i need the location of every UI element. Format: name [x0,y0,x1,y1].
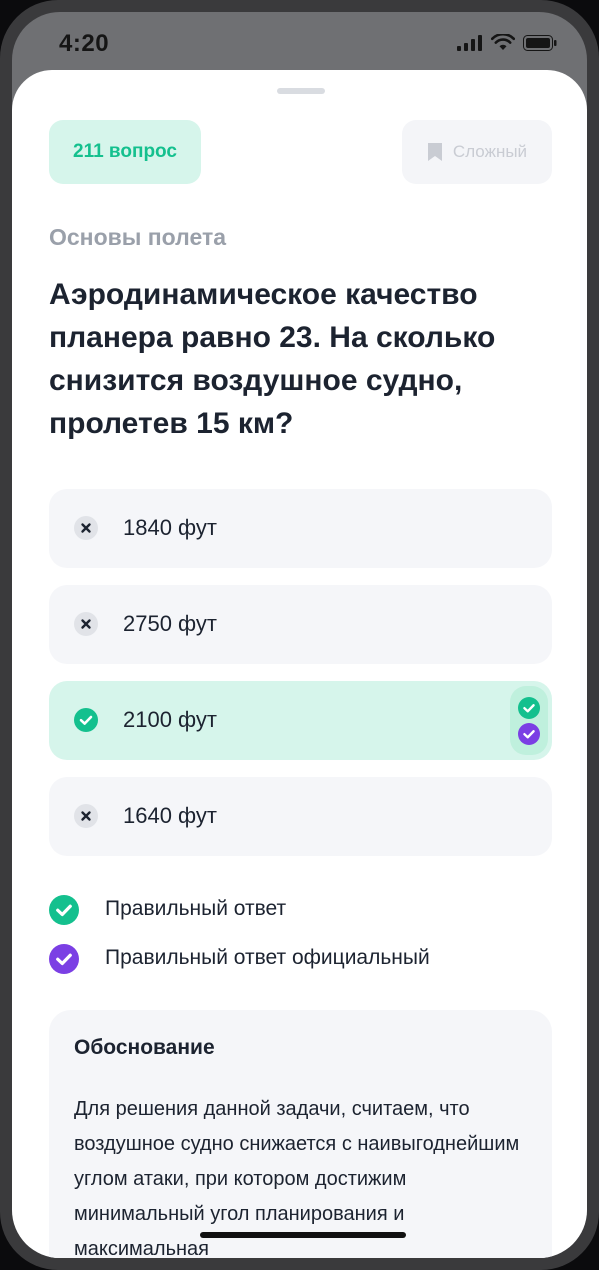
wrong-icon [74,804,98,828]
answer-list: 1840 фут 2750 фут 2100 фут 1640 фут [49,489,552,873]
device-frame: 4:20 211 вопрос Сложный Основы полета Аэ… [0,0,599,1270]
mark-hard-button[interactable]: Сложный [402,120,552,184]
answer-option[interactable]: 2750 фут [49,585,552,664]
question-text: Аэродинамическое качество планера равно … [49,278,496,440]
legend-correct-label: Правильный ответ [105,897,287,920]
official-check-icon [518,722,540,745]
bookmark-icon [427,143,442,161]
status-bar: 4:20 [12,12,587,72]
wrong-icon [74,516,98,540]
answer-label: 2100 фут [123,707,217,732]
legend-correct: Правильный ответ [49,893,549,942]
answer-label: 2750 фут [123,611,217,636]
answer-label: 1640 фут [123,803,217,828]
question-category: Основы полета [49,224,227,250]
answer-label: 1840 фут [123,515,217,540]
answer-option-correct[interactable]: 2100 фут [49,681,552,760]
check-circle-icon [49,895,79,925]
question-count-badge: 211 вопрос [49,120,201,184]
signal-icon [457,34,482,51]
battery-icon [523,34,557,51]
official-check-icon [49,944,79,974]
question-sheet: 211 вопрос Сложный Основы полета Аэродин… [12,70,587,1258]
answer-legend: Правильный ответ Правильный ответ официа… [49,893,549,991]
legend-official: Правильный ответ официальный [49,942,549,991]
mark-hard-label: Сложный [452,142,528,161]
status-icons [457,34,557,51]
answer-option[interactable]: 1640 фут [49,777,552,856]
wifi-icon [491,34,515,50]
legend-official-label: Правильный ответ официальный [105,946,430,969]
check-circle-icon [518,696,540,719]
correct-marks [510,686,548,755]
rationale-card: Обоснование Для решения данной задачи, с… [49,1010,552,1258]
answer-option[interactable]: 1840 фут [49,489,552,568]
screen: 4:20 211 вопрос Сложный Основы полета Аэ… [12,12,587,1258]
home-indicator[interactable] [200,1232,406,1238]
wrong-icon [74,612,98,636]
check-circle-icon [74,708,98,732]
status-time: 4:20 [59,30,110,57]
sheet-grabber[interactable] [277,88,325,94]
rationale-title: Обоснование [74,1036,215,1059]
